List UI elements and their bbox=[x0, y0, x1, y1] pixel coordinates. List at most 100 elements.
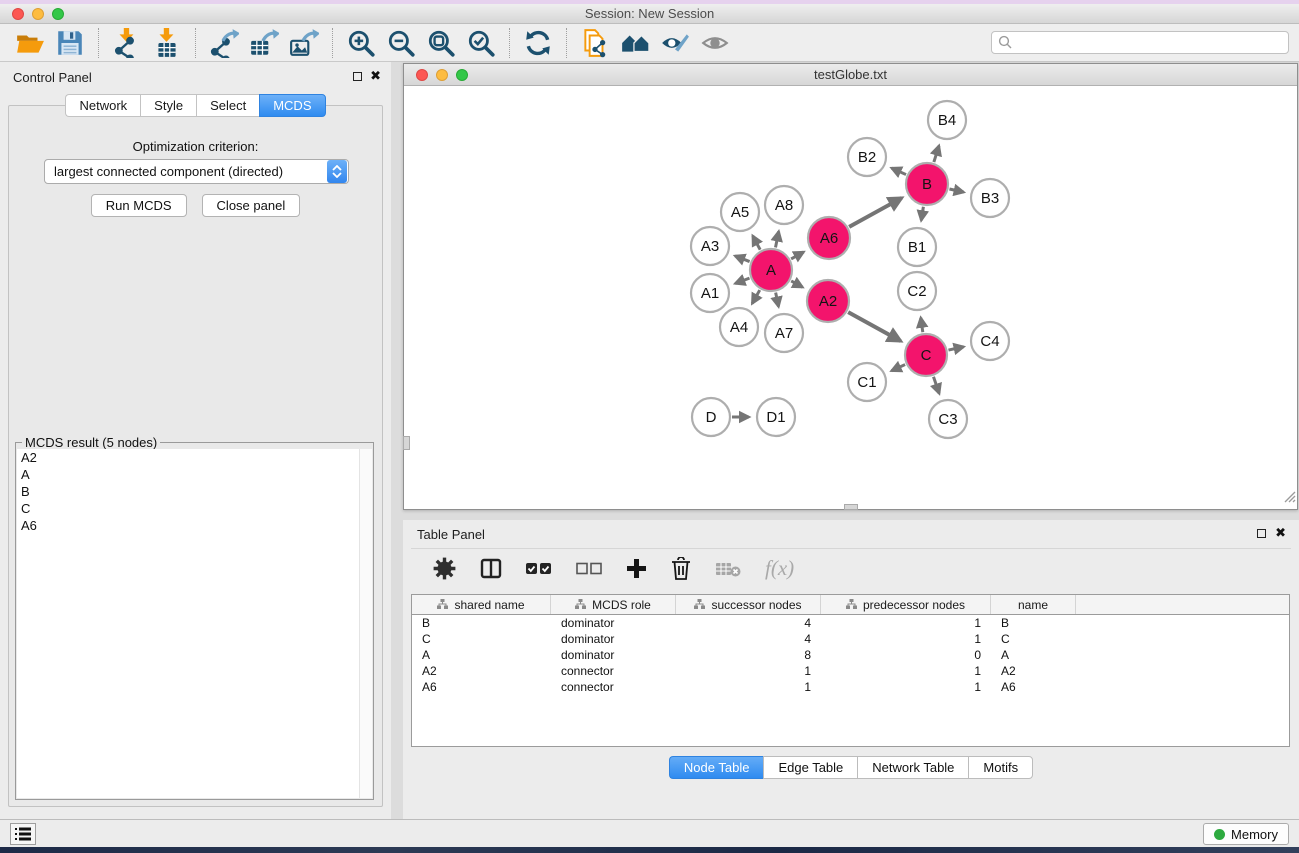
zoom-fit-icon[interactable] bbox=[421, 26, 461, 60]
column-layout-icon[interactable] bbox=[480, 558, 502, 580]
table-panel: Table Panel ✖ f(x) shared nameMCDS roles… bbox=[403, 520, 1299, 819]
graph-edge-A-A2[interactable] bbox=[791, 281, 802, 287]
network-horizontal-scroll-thumb[interactable] bbox=[844, 504, 858, 510]
tab-select[interactable]: Select bbox=[196, 94, 259, 117]
table-row-B[interactable]: Bdominator41B bbox=[412, 615, 1289, 631]
graph-edge-B-B1[interactable] bbox=[921, 207, 923, 221]
graph-edge-A-A8[interactable] bbox=[776, 231, 779, 247]
import-table-icon[interactable] bbox=[147, 26, 187, 60]
tab-node-table[interactable]: Node Table bbox=[669, 756, 764, 779]
table-row-A6[interactable]: A6connector11A6 bbox=[412, 679, 1289, 695]
table-cell: C bbox=[991, 632, 1076, 646]
toolbar-separator bbox=[566, 28, 567, 58]
graph-edge-A2-C[interactable] bbox=[848, 312, 900, 341]
optimization-criterion-label: Optimization criterion: bbox=[9, 139, 382, 154]
result-scrollbar[interactable] bbox=[359, 449, 372, 798]
eye-icon[interactable] bbox=[695, 26, 735, 60]
network-vertical-scroll-thumb[interactable] bbox=[403, 436, 410, 450]
homes-icon[interactable] bbox=[615, 26, 655, 60]
result-list-item[interactable]: A2 bbox=[17, 449, 372, 466]
column-header-predecessor-nodes[interactable]: predecessor nodes bbox=[821, 595, 991, 614]
table-cell: B bbox=[991, 616, 1076, 630]
result-list-item[interactable]: C bbox=[17, 500, 372, 517]
graph-edge-A6-B[interactable] bbox=[849, 198, 901, 227]
search-input[interactable] bbox=[991, 31, 1289, 54]
export-network-icon[interactable] bbox=[204, 26, 244, 60]
table-cell: 1 bbox=[676, 680, 821, 694]
trash-icon[interactable] bbox=[671, 557, 691, 580]
float-panel-icon[interactable] bbox=[353, 72, 362, 81]
run-mcds-button[interactable]: Run MCDS bbox=[91, 194, 187, 217]
save-icon[interactable] bbox=[50, 26, 90, 60]
network-window-titlebar[interactable]: testGlobe.txt bbox=[404, 64, 1297, 86]
criterion-dropdown[interactable]: largest connected component (directed) bbox=[44, 159, 349, 184]
import-network-icon[interactable] bbox=[107, 26, 147, 60]
table-cell: 1 bbox=[821, 632, 991, 646]
export-table-icon[interactable] bbox=[244, 26, 284, 60]
network-canvas[interactable]: B4B2BB3A8A5A6A3B1AC2A1A2A4A7C4CC1DD1C3 bbox=[404, 86, 1297, 509]
column-header-MCDS-role[interactable]: MCDS role bbox=[551, 595, 676, 614]
table-row-A[interactable]: Adominator80A bbox=[412, 647, 1289, 663]
checkboxes-unchecked-icon[interactable] bbox=[576, 562, 602, 576]
column-header-name[interactable]: name bbox=[991, 595, 1076, 614]
close-panel-button[interactable]: Close panel bbox=[202, 194, 301, 217]
graph-edge-C-C1[interactable] bbox=[892, 365, 906, 371]
add-column-icon[interactable] bbox=[626, 558, 647, 579]
eye-pen-icon[interactable] bbox=[655, 26, 695, 60]
memory-button[interactable]: Memory bbox=[1203, 823, 1289, 845]
tab-style[interactable]: Style bbox=[140, 94, 196, 117]
main-titlebar[interactable]: Session: New Session bbox=[0, 4, 1299, 24]
result-list-item[interactable]: A bbox=[17, 466, 372, 483]
graph-edge-A-A6[interactable] bbox=[791, 252, 803, 259]
graph-edge-B-B3[interactable] bbox=[949, 189, 963, 192]
refresh-layout-icon[interactable] bbox=[518, 26, 558, 60]
graph-edge-C-C2[interactable] bbox=[921, 318, 923, 332]
graph-node-label: B bbox=[922, 176, 932, 193]
close-panel-icon[interactable]: ✖ bbox=[370, 68, 381, 84]
zoom-selected-icon[interactable] bbox=[461, 26, 501, 60]
table-row-A2[interactable]: A2connector11A2 bbox=[412, 663, 1289, 679]
table-cell: dominator bbox=[551, 648, 676, 662]
graph-edge-A-A4[interactable] bbox=[752, 290, 760, 303]
tab-mcds[interactable]: MCDS bbox=[259, 94, 325, 117]
network-view-window[interactable]: testGlobe.txt B4B2BB3A8A5A6A3B1AC2A1A2A4… bbox=[403, 63, 1298, 510]
graph-edge-A-A5[interactable] bbox=[753, 236, 760, 250]
table-float-panel-icon[interactable] bbox=[1257, 529, 1266, 538]
graph-edge-B-B4[interactable] bbox=[934, 146, 939, 162]
gear-icon[interactable] bbox=[433, 557, 456, 580]
table-tabs: Node TableEdge TableNetwork TableMotifs bbox=[403, 756, 1299, 779]
zoom-in-icon[interactable] bbox=[341, 26, 381, 60]
export-image-icon[interactable] bbox=[284, 26, 324, 60]
graph-edge-A-A7[interactable] bbox=[776, 293, 779, 307]
tab-network-table[interactable]: Network Table bbox=[857, 756, 968, 779]
tab-edge-table[interactable]: Edge Table bbox=[763, 756, 857, 779]
column-header-successor-nodes[interactable]: successor nodes bbox=[676, 595, 821, 614]
graph-edge-A-A3[interactable] bbox=[735, 256, 749, 262]
graph-edge-B-B2[interactable] bbox=[892, 168, 906, 174]
mcds-result-list: A2ABCA6 bbox=[17, 449, 372, 798]
graph-edge-C-C4[interactable] bbox=[948, 347, 963, 350]
mcds-result-box: MCDS result (5 nodes) A2ABCA6 bbox=[15, 442, 374, 800]
task-history-button[interactable] bbox=[10, 823, 36, 845]
resize-grip-icon[interactable] bbox=[1282, 489, 1296, 508]
table-cell: A2 bbox=[991, 664, 1076, 678]
tab-network[interactable]: Network bbox=[65, 94, 140, 117]
table-row-C[interactable]: Cdominator41C bbox=[412, 631, 1289, 647]
open-file-icon[interactable] bbox=[10, 26, 50, 60]
zoom-out-icon[interactable] bbox=[381, 26, 421, 60]
checkboxes-checked-icon[interactable] bbox=[526, 562, 552, 576]
graph-edge-A-A1[interactable] bbox=[735, 278, 749, 283]
column-header-shared-name[interactable]: shared name bbox=[412, 595, 551, 614]
duplicate-network-icon[interactable] bbox=[575, 26, 615, 60]
tab-motifs[interactable]: Motifs bbox=[968, 756, 1033, 779]
result-list-item[interactable]: A6 bbox=[17, 517, 372, 534]
graph-edge-C-C3[interactable] bbox=[933, 377, 939, 394]
table-close-panel-icon[interactable]: ✖ bbox=[1275, 525, 1286, 541]
table-cell: 1 bbox=[821, 616, 991, 630]
graph-node-label: B1 bbox=[908, 239, 926, 256]
session-title: Session: New Session bbox=[0, 6, 1299, 21]
graph-node-label: C3 bbox=[938, 411, 957, 428]
result-list-item[interactable]: B bbox=[17, 483, 372, 500]
sort-tree-icon bbox=[694, 598, 705, 612]
sort-tree-icon bbox=[846, 598, 857, 612]
